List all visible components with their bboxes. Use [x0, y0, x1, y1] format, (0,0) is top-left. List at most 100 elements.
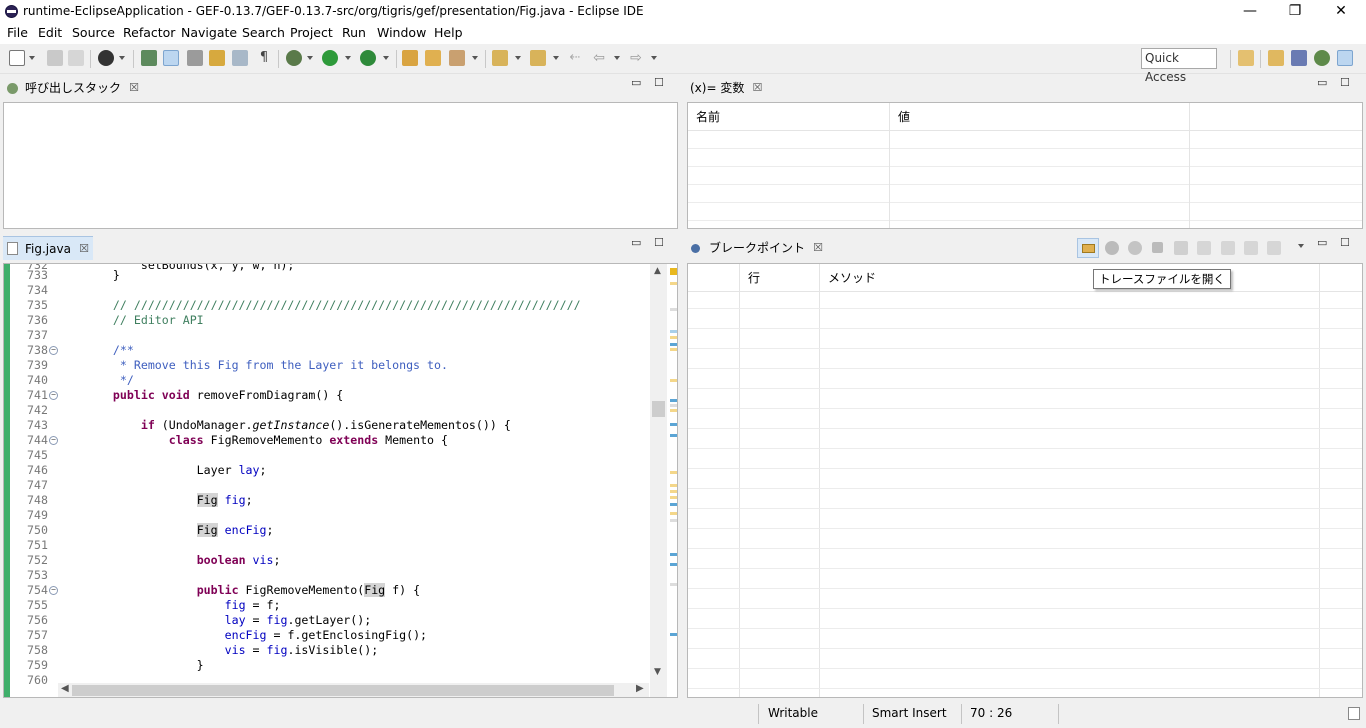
drop-to-frame-icon[interactable]	[1267, 241, 1281, 255]
fold-icon[interactable]: −	[49, 436, 58, 445]
new-dropdown-icon[interactable]	[29, 56, 35, 60]
save-icon[interactable]	[47, 50, 63, 66]
external-tools-dropdown-icon[interactable]	[383, 56, 389, 60]
link-icon[interactable]	[187, 50, 203, 66]
profile-dropdown-icon[interactable]	[119, 56, 125, 60]
java-editor[interactable]: 732 setBounds(x, y, w, h); 733 } 734 735…	[3, 263, 678, 698]
open-folder-icon[interactable]	[425, 50, 441, 66]
maximize-view-icon[interactable]: ☐	[1340, 76, 1350, 100]
run-dropdown-icon[interactable]	[345, 56, 351, 60]
external-tools-icon[interactable]	[360, 50, 376, 66]
maximize-view-icon[interactable]: ☐	[654, 236, 664, 260]
stop-icon[interactable]	[1152, 242, 1163, 253]
remove-breakpoints-icon[interactable]	[1105, 241, 1119, 255]
minimize-view-icon[interactable]: ▭	[1317, 76, 1327, 100]
active-perspective-icon[interactable]	[1337, 50, 1353, 66]
column-header-method[interactable]: メソッド	[820, 264, 1320, 292]
close-tab-icon[interactable]: ☒	[813, 236, 823, 260]
skip-breakpoints-icon[interactable]	[163, 50, 179, 66]
menu-file[interactable]: File	[7, 25, 28, 40]
search-dropdown-icon[interactable]	[472, 56, 478, 60]
restore-button[interactable]: ❐	[1272, 0, 1318, 24]
maximize-view-icon[interactable]: ☐	[1340, 236, 1350, 260]
editor-line: 744− class FigRemoveMemento extends Meme…	[27, 433, 448, 447]
last-edit-location-icon[interactable]: ⇠	[567, 50, 583, 66]
profile-icon[interactable]	[98, 50, 114, 66]
overview-ruler[interactable]	[668, 264, 677, 697]
hscroll-thumb[interactable]	[72, 685, 614, 696]
close-tab-icon[interactable]: ☒	[129, 76, 139, 100]
back-icon[interactable]: ⇦	[591, 50, 607, 66]
next-annotation-icon[interactable]	[492, 50, 508, 66]
column-header-line[interactable]: 行	[740, 264, 820, 292]
menu-project[interactable]: Project	[290, 25, 333, 40]
previous-annotation-dropdown-icon[interactable]	[553, 56, 559, 60]
forward-dropdown-icon[interactable]	[651, 56, 657, 60]
back-dropdown-icon[interactable]	[614, 56, 620, 60]
status-insert-mode[interactable]: Smart Insert	[872, 706, 947, 720]
open-task-icon[interactable]	[232, 50, 248, 66]
minimize-view-icon[interactable]: ▭	[631, 236, 641, 260]
column-header-value[interactable]: 値	[890, 103, 1190, 131]
previous-annotation-icon[interactable]	[530, 50, 546, 66]
bug-icon[interactable]	[1128, 241, 1142, 255]
step-into-icon[interactable]	[1197, 241, 1211, 255]
tab-breakpoints[interactable]: ブレークポイント ☒	[687, 236, 827, 260]
menu-search[interactable]: Search	[242, 25, 285, 40]
menu-source[interactable]: Source	[72, 25, 115, 40]
tab-callstack[interactable]: 呼び出しスタック ☒	[3, 76, 143, 100]
menu-run[interactable]: Run	[342, 25, 366, 40]
editor-vertical-scrollbar[interactable]: ▲ ▼	[650, 264, 667, 697]
pilcrow-icon[interactable]: ¶	[256, 50, 272, 66]
scroll-right-icon[interactable]: ▶	[636, 683, 644, 694]
scroll-thumb[interactable]	[652, 401, 665, 417]
close-tab-icon[interactable]: ☒	[79, 237, 89, 261]
scroll-up-icon[interactable]: ▲	[654, 266, 661, 276]
fold-icon[interactable]: −	[49, 391, 58, 400]
menu-edit[interactable]: Edit	[38, 25, 62, 40]
minimize-view-icon[interactable]: ▭	[631, 76, 641, 100]
maximize-view-icon[interactable]: ☐	[654, 76, 664, 100]
quick-access-input[interactable]: Quick Access	[1141, 48, 1217, 84]
new-java-package-icon[interactable]	[402, 50, 418, 66]
java-perspective-icon[interactable]	[1291, 50, 1307, 66]
resource-perspective-icon[interactable]	[1268, 50, 1284, 66]
new-icon[interactable]	[9, 50, 25, 66]
close-window-button[interactable]: ✕	[1318, 0, 1364, 24]
resume-icon[interactable]	[1174, 241, 1188, 255]
scroll-down-icon[interactable]: ▼	[654, 667, 661, 677]
open-trace-file-icon[interactable]	[1077, 238, 1099, 258]
step-over-icon[interactable]	[1221, 241, 1235, 255]
column-header-name[interactable]: 名前	[688, 103, 890, 131]
next-annotation-dropdown-icon[interactable]	[515, 56, 521, 60]
forward-icon[interactable]: ⇨	[628, 50, 644, 66]
view-menu-icon[interactable]	[1298, 244, 1304, 248]
debug-icon[interactable]	[286, 50, 302, 66]
menu-navigate[interactable]: Navigate	[181, 25, 237, 40]
column-header-extra[interactable]	[1320, 264, 1362, 292]
debug-perspective-icon[interactable]	[1314, 50, 1330, 66]
open-perspective-icon[interactable]	[1238, 50, 1254, 66]
column-header-extra[interactable]	[1190, 103, 1362, 131]
fold-icon[interactable]: −	[49, 586, 58, 595]
fold-icon[interactable]: −	[49, 346, 58, 355]
tab-fig-java[interactable]: Fig.java ☒	[3, 236, 93, 260]
scroll-left-icon[interactable]: ◀	[61, 683, 69, 694]
run-icon[interactable]	[322, 50, 338, 66]
tab-variables[interactable]: (x)= 変数 ☒	[687, 76, 766, 100]
step-return-icon[interactable]	[1244, 241, 1258, 255]
search-tool-icon[interactable]	[449, 50, 465, 66]
save-all-icon[interactable]	[68, 50, 84, 66]
minimize-view-icon[interactable]: ▭	[1317, 236, 1327, 260]
debug-dropdown-icon[interactable]	[307, 56, 313, 60]
menu-refactor[interactable]: Refactor	[123, 25, 175, 40]
editor-horizontal-scrollbar[interactable]: ◀ ▶	[58, 683, 649, 697]
minimize-button[interactable]: —	[1227, 0, 1273, 24]
open-type-icon[interactable]	[209, 50, 225, 66]
notification-icon[interactable]	[1348, 707, 1360, 720]
menu-window[interactable]: Window	[377, 25, 426, 40]
menu-help[interactable]: Help	[434, 25, 463, 40]
close-tab-icon[interactable]: ☒	[752, 76, 762, 100]
toggle-breakpoint-icon[interactable]	[141, 50, 157, 66]
column-header-icon[interactable]	[688, 264, 740, 292]
